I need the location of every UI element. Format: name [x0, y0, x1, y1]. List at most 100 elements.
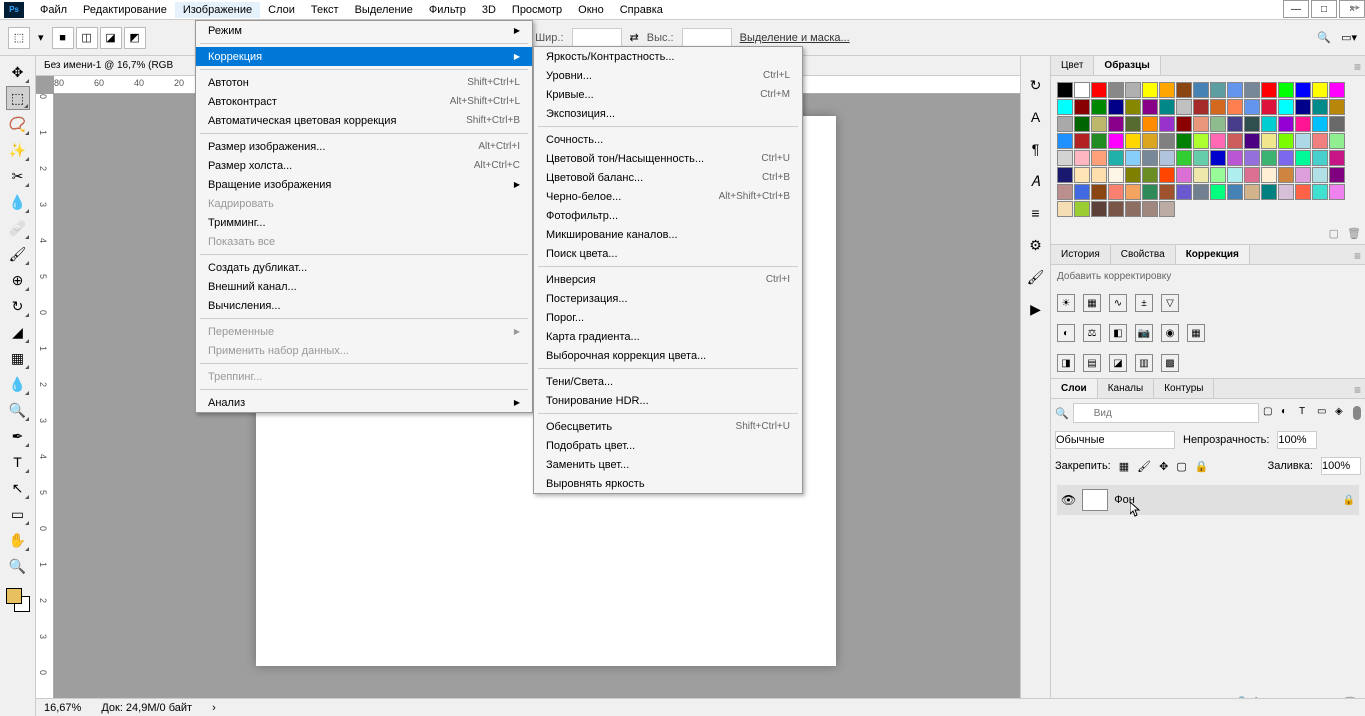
- history-dock-icon[interactable]: ↻: [1027, 76, 1045, 94]
- menuitem[interactable]: Размер изображения...Alt+Ctrl+I: [196, 137, 532, 156]
- swatch[interactable]: [1227, 116, 1243, 132]
- tab-color[interactable]: Цвет: [1051, 56, 1094, 75]
- visibility-icon[interactable]: 👁: [1061, 493, 1076, 507]
- swatch[interactable]: [1227, 184, 1243, 200]
- menuitem[interactable]: Кривые...Ctrl+M: [534, 85, 802, 104]
- curves-adj-icon[interactable]: ∿: [1109, 294, 1127, 312]
- lasso-tool[interactable]: 📿: [6, 112, 30, 136]
- menuitem[interactable]: Тонирование HDR...: [534, 391, 802, 410]
- exposure-adj-icon[interactable]: ±: [1135, 294, 1153, 312]
- menu-файл[interactable]: Файл: [32, 2, 75, 18]
- swatch[interactable]: [1278, 116, 1294, 132]
- clone-tool[interactable]: ⊕: [6, 268, 30, 292]
- panel-menu-icon[interactable]: ≡: [1354, 60, 1361, 74]
- search-icon[interactable]: 🔍: [1317, 31, 1331, 44]
- swatch[interactable]: [1244, 99, 1260, 115]
- selection-intersect-icon[interactable]: ◩: [124, 27, 146, 49]
- swatch[interactable]: [1091, 184, 1107, 200]
- swatch[interactable]: [1227, 82, 1243, 98]
- character-dock-icon[interactable]: A: [1027, 108, 1045, 126]
- swatch[interactable]: [1261, 184, 1277, 200]
- swatch[interactable]: [1244, 184, 1260, 200]
- shape-tool[interactable]: ▭: [6, 502, 30, 526]
- swatch[interactable]: [1074, 201, 1090, 217]
- brush-tool[interactable]: 🖌: [6, 242, 30, 266]
- swatch[interactable]: [1074, 99, 1090, 115]
- swatch[interactable]: [1057, 82, 1073, 98]
- menuitem[interactable]: Сочность...: [534, 130, 802, 149]
- menuitem[interactable]: Вращение изображения▶: [196, 175, 532, 194]
- swatch[interactable]: [1210, 133, 1226, 149]
- layer-filter-input[interactable]: [1073, 403, 1259, 423]
- swatch[interactable]: [1108, 201, 1124, 217]
- magic-wand-tool[interactable]: ✨: [6, 138, 30, 162]
- menuitem[interactable]: Микширование каналов...: [534, 225, 802, 244]
- swatch[interactable]: [1108, 150, 1124, 166]
- swatch[interactable]: [1329, 82, 1345, 98]
- filter-toggle[interactable]: [1353, 406, 1361, 420]
- swatch[interactable]: [1295, 82, 1311, 98]
- tab-layers[interactable]: Слои: [1051, 379, 1098, 398]
- swatch[interactable]: [1142, 116, 1158, 132]
- selective-color-adj-icon[interactable]: ▩: [1161, 354, 1179, 372]
- menu-справка[interactable]: Справка: [612, 2, 671, 18]
- swatch[interactable]: [1329, 184, 1345, 200]
- swatch[interactable]: [1057, 133, 1073, 149]
- swatch[interactable]: [1125, 201, 1141, 217]
- menuitem[interactable]: ОбесцветитьShift+Ctrl+U: [534, 417, 802, 436]
- tab-channels[interactable]: Каналы: [1098, 379, 1155, 398]
- swatch[interactable]: [1312, 99, 1328, 115]
- menuitem[interactable]: Фотофильтр...: [534, 206, 802, 225]
- swatch[interactable]: [1125, 116, 1141, 132]
- swatch[interactable]: [1176, 116, 1192, 132]
- swatch[interactable]: [1278, 133, 1294, 149]
- swatch[interactable]: [1125, 99, 1141, 115]
- filter-adj-icon[interactable]: ◐: [1281, 406, 1295, 420]
- swatch[interactable]: [1074, 116, 1090, 132]
- menuitem[interactable]: Порог...: [534, 308, 802, 327]
- dodge-tool[interactable]: 🔍: [6, 398, 30, 422]
- swatch[interactable]: [1295, 167, 1311, 183]
- path-tool[interactable]: ↖: [6, 476, 30, 500]
- menu-редактирование[interactable]: Редактирование: [75, 2, 175, 18]
- swatch[interactable]: [1159, 133, 1175, 149]
- swatch[interactable]: [1193, 167, 1209, 183]
- swatch[interactable]: [1329, 167, 1345, 183]
- tab-properties[interactable]: Свойства: [1111, 245, 1176, 264]
- menuitem[interactable]: Автоматическая цветовая коррекцияShift+C…: [196, 111, 532, 130]
- menuitem[interactable]: Подобрать цвет...: [534, 436, 802, 455]
- swatch[interactable]: [1159, 201, 1175, 217]
- menuitem[interactable]: АвтоконтрастAlt+Shift+Ctrl+L: [196, 92, 532, 111]
- swatch[interactable]: [1295, 99, 1311, 115]
- selection-subtract-icon[interactable]: ◪: [100, 27, 122, 49]
- swatch[interactable]: [1261, 150, 1277, 166]
- filter-image-icon[interactable]: ▢: [1263, 406, 1277, 420]
- swatch[interactable]: [1142, 99, 1158, 115]
- color-lookup-adj-icon[interactable]: ▦: [1187, 324, 1205, 342]
- swatch[interactable]: [1159, 167, 1175, 183]
- menuitem[interactable]: Цветовой баланс...Ctrl+B: [534, 168, 802, 187]
- swatch[interactable]: [1278, 184, 1294, 200]
- swatch[interactable]: [1278, 99, 1294, 115]
- swatch[interactable]: [1227, 99, 1243, 115]
- styles-dock-icon[interactable]: ≡: [1027, 204, 1045, 222]
- swatch[interactable]: [1329, 116, 1345, 132]
- swatch[interactable]: [1193, 184, 1209, 200]
- zoom-tool[interactable]: 🔍: [6, 554, 30, 578]
- menuitem[interactable]: Выборочная коррекция цвета...: [534, 346, 802, 365]
- menuitem[interactable]: Коррекция▶: [196, 47, 532, 66]
- menuitem[interactable]: Выровнять яркость: [534, 474, 802, 493]
- swatch[interactable]: [1142, 150, 1158, 166]
- menu-просмотр[interactable]: Просмотр: [504, 2, 570, 18]
- swatch[interactable]: [1193, 150, 1209, 166]
- swatch[interactable]: [1142, 184, 1158, 200]
- tab-adjustments[interactable]: Коррекция: [1176, 245, 1250, 264]
- swatch[interactable]: [1261, 99, 1277, 115]
- swatch[interactable]: [1312, 167, 1328, 183]
- swatch[interactable]: [1244, 116, 1260, 132]
- selection-new-icon[interactable]: ■: [52, 27, 74, 49]
- swatch[interactable]: [1091, 82, 1107, 98]
- swatch[interactable]: [1210, 99, 1226, 115]
- swatch[interactable]: [1329, 150, 1345, 166]
- swatch[interactable]: [1312, 184, 1328, 200]
